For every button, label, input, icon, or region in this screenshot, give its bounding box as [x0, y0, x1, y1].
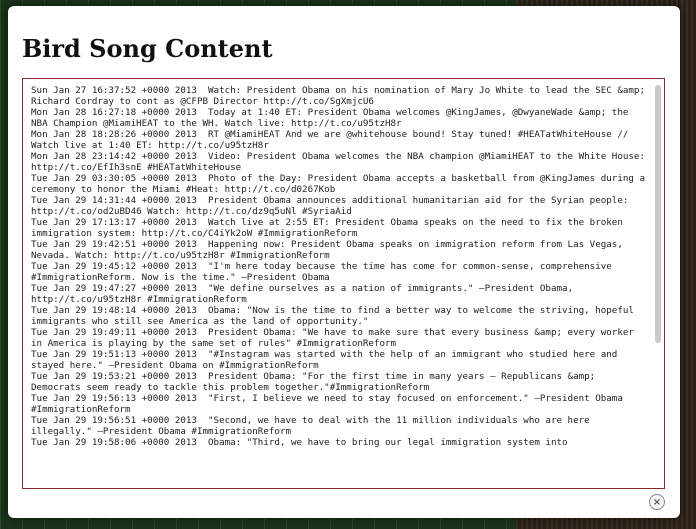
modal-title: Bird Song Content	[22, 34, 273, 63]
tweet-content-text: Sun Jan 27 16:37:52 +0000 2013 Watch: Pr…	[31, 85, 645, 448]
content-modal: Bird Song Content Sun Jan 27 16:37:52 +0…	[8, 6, 680, 518]
close-button[interactable]: ×	[649, 494, 665, 510]
vertical-scrollbar[interactable]	[654, 83, 662, 485]
content-textarea[interactable]: Sun Jan 27 16:37:52 +0000 2013 Watch: Pr…	[22, 78, 665, 489]
scrollbar-thumb[interactable]	[655, 85, 661, 343]
close-icon: ×	[652, 496, 662, 508]
